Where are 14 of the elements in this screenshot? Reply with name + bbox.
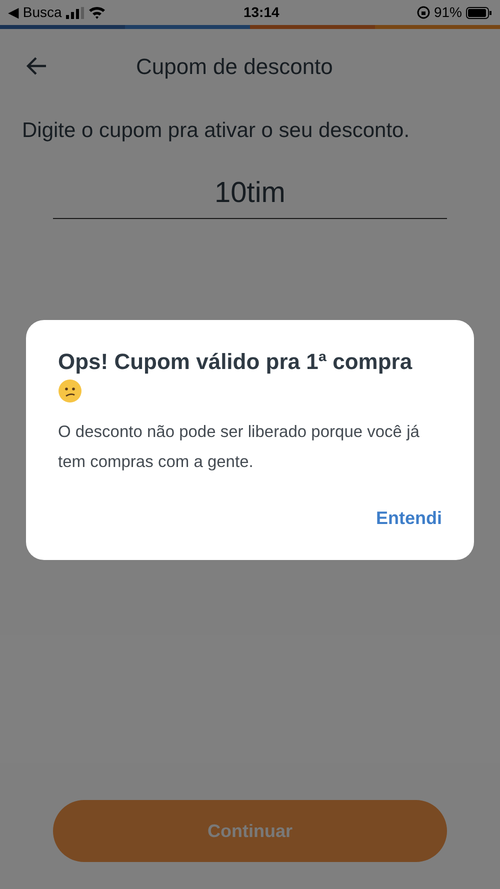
battery-percent: 91% [434, 3, 462, 22]
confused-face-icon [58, 379, 82, 403]
page-title: Cupom de desconto [136, 52, 333, 81]
dialog-title: Ops! Cupom válido pra 1ª compra [58, 348, 414, 376]
signal-icon [66, 6, 84, 18]
wifi-icon [88, 6, 106, 19]
coupon-field[interactable]: 10tim [53, 169, 447, 219]
clock-time: 13:14 [243, 3, 280, 22]
dialog-message: O desconto não pode ser liberado porque você já tem compras com a gente. [58, 422, 420, 473]
understood-button[interactable]: Entendi [376, 505, 442, 532]
back-to-app-link[interactable]: ◀ Busca [8, 2, 62, 23]
battery-icon [466, 6, 492, 18]
instruction-text: Digite o cupom pra ativar o seu desconto. [22, 118, 411, 144]
rotation-lock-icon [416, 6, 430, 19]
